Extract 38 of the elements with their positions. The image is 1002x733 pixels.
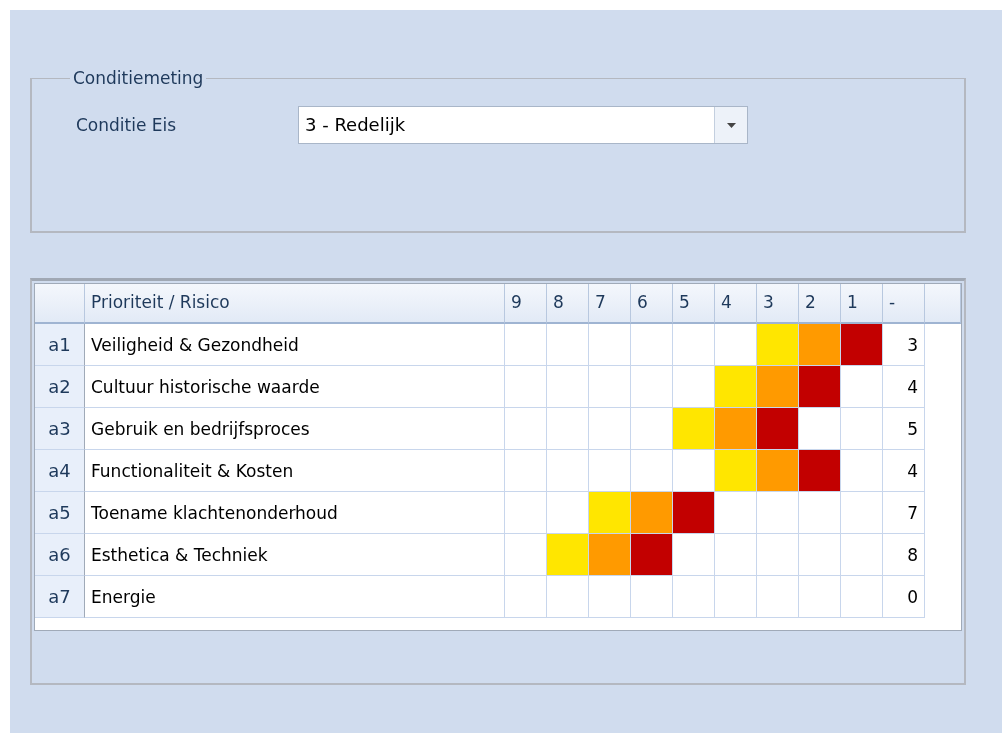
caret-icon bbox=[726, 122, 736, 128]
table-cell: Veiligheid & Gezondheid bbox=[85, 324, 505, 366]
row-header[interactable]: a4 bbox=[35, 450, 85, 492]
column-header[interactable]: 1 bbox=[841, 284, 883, 324]
column-header[interactable]: 4 bbox=[715, 284, 757, 324]
table-cell: 3 bbox=[883, 324, 925, 366]
column-header[interactable]: 5 bbox=[673, 284, 715, 324]
column-header[interactable]: 9 bbox=[505, 284, 547, 324]
table-cell: Energie bbox=[85, 576, 505, 618]
row-header[interactable]: a3 bbox=[35, 408, 85, 450]
field-label: Conditie Eis bbox=[76, 115, 178, 135]
table-cell: Cultuur historische waarde bbox=[85, 366, 505, 408]
row-header[interactable]: a1 bbox=[35, 324, 85, 366]
row-header[interactable]: a5 bbox=[35, 492, 85, 534]
table-cell: Toename klachtenonderhoud bbox=[85, 492, 505, 534]
column-header[interactable]: 2 bbox=[799, 284, 841, 324]
column-header[interactable]: Prioriteit / Risico bbox=[85, 284, 505, 324]
column-header[interactable]: 8 bbox=[547, 284, 589, 324]
table-cell: 4 bbox=[883, 366, 925, 408]
table-cell: 5 bbox=[883, 408, 925, 450]
row-header[interactable]: a7 bbox=[35, 576, 85, 618]
column-header[interactable]: 3 bbox=[757, 284, 799, 324]
row-header[interactable]: a6 bbox=[35, 534, 85, 576]
column-header[interactable]: 7 bbox=[589, 284, 631, 324]
row-header[interactable]: a2 bbox=[35, 366, 85, 408]
table-cell: 4 bbox=[883, 450, 925, 492]
dropdown[interactable]: 3 - Redelijk bbox=[298, 106, 748, 144]
table-cell: 0 bbox=[883, 576, 925, 618]
header-cell bbox=[35, 284, 85, 324]
table-cell: Esthetica & Techniek bbox=[85, 534, 505, 576]
table-cell: 7 bbox=[883, 492, 925, 534]
group-title: Conditiemeting bbox=[72, 68, 205, 88]
table-cell: Gebruik en bedrijfsproces bbox=[85, 408, 505, 450]
table-cell: 8 bbox=[883, 534, 925, 576]
table-cell: Functionaliteit & Kosten bbox=[85, 450, 505, 492]
column-header[interactable]: - bbox=[883, 284, 925, 324]
column-header[interactable]: 6 bbox=[631, 284, 673, 324]
header-cell bbox=[925, 284, 961, 324]
